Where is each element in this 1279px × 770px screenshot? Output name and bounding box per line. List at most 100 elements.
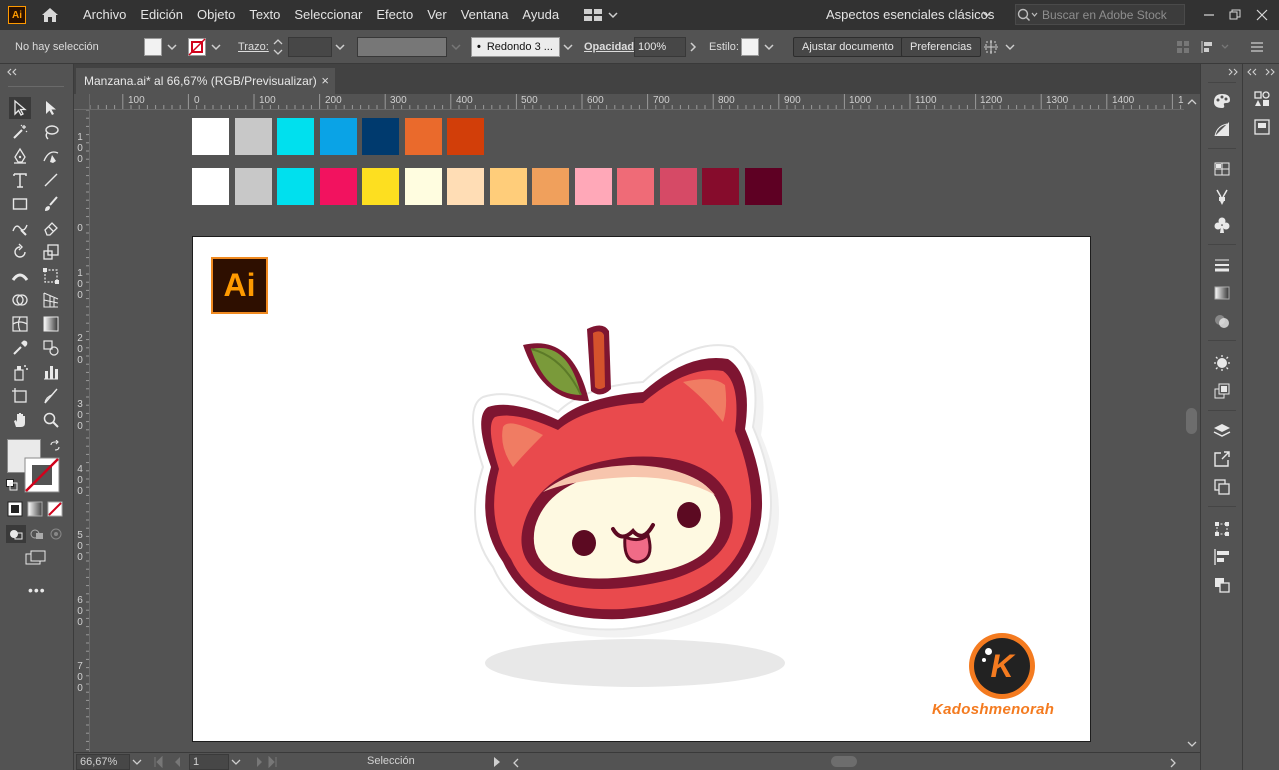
workspace-switcher[interactable]: Aspectos esenciales clásicos xyxy=(826,0,994,30)
none-button[interactable] xyxy=(47,501,63,520)
color-swatch[interactable] xyxy=(192,118,229,155)
perspective-grid-tool[interactable] xyxy=(40,289,62,311)
draw-normal-button[interactable] xyxy=(6,525,26,543)
transform-button[interactable] xyxy=(983,30,1015,64)
restore-button[interactable] xyxy=(1223,0,1247,30)
status-menu-icon[interactable] xyxy=(492,756,502,768)
stroke-label[interactable]: Trazo: xyxy=(238,30,269,64)
color-swatch[interactable] xyxy=(617,168,654,205)
draw-inside-button[interactable] xyxy=(47,525,67,546)
layers-panel-icon[interactable] xyxy=(1211,420,1233,442)
opacity-field[interactable]: 100% xyxy=(634,30,686,64)
horizontal-scrollbar[interactable] xyxy=(508,754,1183,770)
color-swatch[interactable] xyxy=(404,118,442,155)
align-panel-icon[interactable] xyxy=(1211,546,1233,568)
eraser-tool[interactable] xyxy=(40,217,62,239)
color-swatch[interactable] xyxy=(702,168,739,205)
expand-panels-icon[interactable] xyxy=(1228,68,1238,76)
close-window-button[interactable] xyxy=(1250,0,1274,30)
color-swatch[interactable] xyxy=(192,168,229,205)
free-transform-tool[interactable] xyxy=(40,265,62,287)
menu-texto[interactable]: Texto xyxy=(242,0,287,30)
stroke-dropdown[interactable] xyxy=(208,30,224,64)
shape-builder-tool[interactable] xyxy=(9,289,31,311)
home-icon[interactable] xyxy=(40,5,60,25)
screen-mode-button[interactable] xyxy=(25,550,47,569)
stroke-panel-icon[interactable] xyxy=(1211,254,1233,276)
blend-tool[interactable] xyxy=(40,337,62,359)
fill-dropdown[interactable] xyxy=(164,30,180,64)
color-swatch[interactable] xyxy=(234,118,272,155)
scroll-right-icon[interactable] xyxy=(1169,758,1177,768)
default-colors-icon[interactable] xyxy=(6,479,18,491)
appearance-panel-icon[interactable] xyxy=(1211,352,1233,374)
color-swatch[interactable] xyxy=(362,118,399,155)
color-panel-icon[interactable] xyxy=(1211,90,1233,112)
vertical-scroll-thumb[interactable] xyxy=(1186,408,1197,434)
paintbrush-tool[interactable] xyxy=(40,193,62,215)
stroke-weight-stepper[interactable] xyxy=(272,30,284,64)
stroke-weight-field[interactable] xyxy=(288,30,332,64)
artboard-prev-icons[interactable] xyxy=(152,756,192,768)
gradient-button[interactable] xyxy=(27,501,43,520)
color-swatch[interactable] xyxy=(447,118,484,155)
scroll-left-icon[interactable] xyxy=(512,758,520,768)
expand-panels-icon[interactable] xyxy=(1265,68,1275,76)
export-panel-icon[interactable] xyxy=(1211,448,1233,470)
width-tool[interactable] xyxy=(9,265,31,287)
swap-colors-icon[interactable] xyxy=(49,440,61,452)
symbol-sprayer-tool[interactable] xyxy=(9,361,31,383)
color-swatch[interactable] xyxy=(659,168,697,205)
gradient-panel-icon[interactable] xyxy=(1211,282,1233,304)
hand-tool[interactable] xyxy=(9,409,31,431)
shaper-tool[interactable] xyxy=(9,217,31,239)
brush-dropdown[interactable] xyxy=(560,30,576,64)
menu-seleccionar[interactable]: Seleccionar xyxy=(287,0,369,30)
zoom-field[interactable]: 66,67% xyxy=(76,754,130,770)
draw-behind-button[interactable] xyxy=(27,525,47,546)
variable-width-profile[interactable] xyxy=(357,30,447,64)
libraries-panel-icon[interactable] xyxy=(1251,88,1273,110)
scroll-up-icon[interactable] xyxy=(1187,98,1197,106)
opacity-label[interactable]: Opacidad: xyxy=(584,30,638,64)
color-swatch[interactable] xyxy=(404,168,442,205)
menu-ventana[interactable]: Ventana xyxy=(454,0,516,30)
artboard-tool[interactable] xyxy=(9,385,31,407)
fill-swatch[interactable] xyxy=(144,30,162,64)
rectangle-tool[interactable] xyxy=(9,193,31,215)
lasso-tool[interactable] xyxy=(40,121,62,143)
ruler-origin[interactable] xyxy=(74,94,90,110)
symbols-panel-icon[interactable] xyxy=(1211,214,1233,236)
selection-tool[interactable] xyxy=(9,97,31,119)
color-swatch[interactable] xyxy=(447,168,484,205)
properties-panel-icon[interactable] xyxy=(1251,116,1273,138)
scale-tool[interactable] xyxy=(40,241,62,263)
color-swatch[interactable] xyxy=(319,118,357,155)
color-swatch[interactable] xyxy=(574,168,612,205)
artboard-next-icons[interactable] xyxy=(252,756,282,768)
menu-ayuda[interactable]: Ayuda xyxy=(515,0,566,30)
line-segment-tool[interactable] xyxy=(40,169,62,191)
gradient-tool[interactable] xyxy=(40,313,62,335)
magic-wand-tool[interactable] xyxy=(9,121,31,143)
close-tab-icon[interactable]: × xyxy=(321,73,329,88)
transform-panel-icon[interactable] xyxy=(1211,518,1233,540)
brushes-panel-icon[interactable] xyxy=(1211,186,1233,208)
apple-cat-illustration[interactable] xyxy=(443,317,803,697)
color-swatch[interactable] xyxy=(362,168,399,205)
pathfinder-panel-icon[interactable] xyxy=(1211,574,1233,596)
fit-document-button[interactable]: Ajustar documento xyxy=(793,30,903,64)
pen-tool[interactable] xyxy=(9,145,31,167)
arrange-documents-button[interactable] xyxy=(584,8,618,22)
preferences-button[interactable]: Preferencias xyxy=(901,30,981,64)
scroll-down-icon[interactable] xyxy=(1187,740,1197,748)
collapse-panel-icon[interactable] xyxy=(6,68,18,76)
color-swatch[interactable] xyxy=(744,168,782,205)
menu-efecto[interactable]: Efecto xyxy=(369,0,420,30)
column-graph-tool[interactable] xyxy=(40,361,62,383)
chevron-down-icon[interactable] xyxy=(132,757,142,767)
menu-lines-icon[interactable] xyxy=(1250,30,1264,64)
rotate-tool[interactable] xyxy=(9,241,31,263)
menu-archivo[interactable]: Archivo xyxy=(76,0,133,30)
vertical-ruler[interactable]: 1 0 0 0 1 0 0 2 0 0 3 0 0 4 0 0 5 0 0 6 … xyxy=(74,110,90,752)
